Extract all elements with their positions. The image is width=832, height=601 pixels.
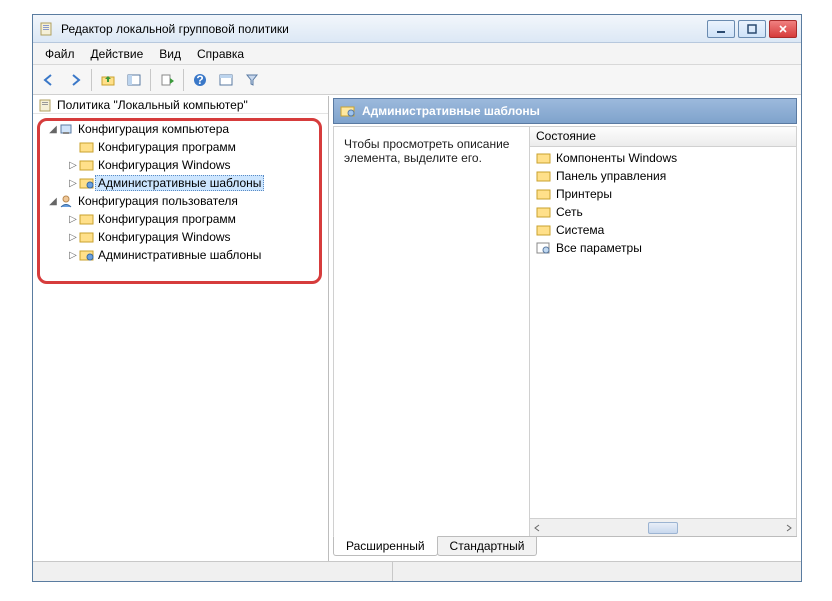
forward-button[interactable]: [63, 68, 87, 92]
tree[interactable]: ◢ Конфигурация компьютера Конфигурация п…: [33, 114, 328, 541]
tree-label: Административные шаблоны: [95, 175, 264, 191]
window-title: Редактор локальной групповой политики: [61, 22, 707, 36]
list-items: Компоненты Windows Панель управления При…: [530, 147, 796, 518]
app-icon: [39, 21, 55, 37]
tree-node-c-software[interactable]: Конфигурация программ: [39, 138, 324, 156]
close-button[interactable]: [769, 20, 797, 38]
list-item[interactable]: Система: [536, 221, 790, 239]
description-panel: Чтобы просмотреть описание элемента, выд…: [334, 127, 530, 536]
tree-node-c-admin-templates[interactable]: ▷ Административные шаблоны: [39, 174, 324, 192]
details-header: Административные шаблоны: [333, 98, 797, 124]
statusbar: [33, 561, 801, 581]
tree-label: Административные шаблоны: [95, 247, 264, 263]
menu-action[interactable]: Действие: [83, 45, 152, 63]
window-buttons: [707, 20, 797, 38]
tree-label: Конфигурация программ: [95, 211, 239, 227]
list-item[interactable]: Компоненты Windows: [536, 149, 790, 167]
separator: [183, 69, 184, 91]
tree-label: Конфигурация Windows: [95, 157, 234, 173]
export-button[interactable]: [155, 68, 179, 92]
help-button[interactable]: ?: [188, 68, 212, 92]
tree-label: Конфигурация компьютера: [75, 121, 232, 137]
tree-label: Конфигурация пользователя: [75, 193, 241, 209]
tree-root-label: Политика "Локальный компьютер": [57, 98, 248, 112]
toolbar: ?: [33, 65, 801, 95]
properties-button[interactable]: [214, 68, 238, 92]
menu-file[interactable]: Файл: [37, 45, 83, 63]
gpedit-window: Редактор локальной групповой политики Фа…: [32, 14, 802, 582]
menu-help[interactable]: Справка: [189, 45, 252, 63]
item-label: Принтеры: [556, 187, 612, 201]
details-pane: Административные шаблоны Чтобы просмотре…: [329, 96, 801, 561]
titlebar: Редактор локальной групповой политики: [33, 15, 801, 43]
list-item[interactable]: Все параметры: [536, 239, 790, 257]
status-cell: [393, 562, 801, 581]
up-folder-button[interactable]: [96, 68, 120, 92]
tree-label: Конфигурация Windows: [95, 229, 234, 245]
item-label: Панель управления: [556, 169, 666, 183]
details-header-title: Административные шаблоны: [362, 104, 540, 118]
menubar: Файл Действие Вид Справка: [33, 43, 801, 65]
horizontal-scrollbar[interactable]: [530, 518, 796, 536]
item-label: Все параметры: [556, 241, 642, 255]
tree-node-u-windows[interactable]: ▷ Конфигурация Windows: [39, 228, 324, 246]
list-item[interactable]: Панель управления: [536, 167, 790, 185]
settings-list: Состояние Компоненты Windows Панель упра…: [530, 127, 796, 536]
tree-root-header[interactable]: Политика "Локальный компьютер": [33, 96, 328, 114]
collapse-icon[interactable]: ◢: [47, 124, 59, 135]
minimize-button[interactable]: [707, 20, 735, 38]
expand-icon[interactable]: ▷: [67, 214, 79, 225]
tree-label: Конфигурация программ: [95, 139, 239, 155]
body: Политика "Локальный компьютер" ◢ Конфигу…: [33, 95, 801, 561]
tree-node-u-software[interactable]: ▷ Конфигурация программ: [39, 210, 324, 228]
scroll-thumb[interactable]: [648, 522, 678, 534]
tree-pane: Политика "Локальный компьютер" ◢ Конфигу…: [33, 96, 329, 561]
separator: [150, 69, 151, 91]
expand-icon[interactable]: ▷: [67, 232, 79, 243]
details-content: Чтобы просмотреть описание элемента, выд…: [333, 126, 797, 536]
tab-standard[interactable]: Стандартный: [437, 537, 538, 556]
show-hide-tree-button[interactable]: [122, 68, 146, 92]
tab-extended[interactable]: Расширенный: [333, 536, 438, 556]
expand-icon[interactable]: ▷: [67, 178, 79, 189]
status-cell: [33, 562, 393, 581]
column-header-state[interactable]: Состояние: [530, 127, 796, 147]
expand-icon[interactable]: ▷: [67, 160, 79, 171]
view-tabs: Расширенный Стандартный: [333, 536, 797, 557]
svg-text:?: ?: [196, 73, 203, 87]
menu-view[interactable]: Вид: [151, 45, 189, 63]
item-label: Система: [556, 223, 604, 237]
collapse-icon[interactable]: ◢: [47, 196, 59, 207]
item-label: Компоненты Windows: [556, 151, 677, 165]
list-item[interactable]: Сеть: [536, 203, 790, 221]
separator: [91, 69, 92, 91]
tree-node-c-windows[interactable]: ▷ Конфигурация Windows: [39, 156, 324, 174]
maximize-button[interactable]: [738, 20, 766, 38]
item-label: Сеть: [556, 205, 583, 219]
expand-icon[interactable]: ▷: [67, 250, 79, 261]
back-button[interactable]: [37, 68, 61, 92]
filter-button[interactable]: [240, 68, 264, 92]
tree-node-u-admin-templates[interactable]: ▷ Административные шаблоны: [39, 246, 324, 264]
list-item[interactable]: Принтеры: [536, 185, 790, 203]
tree-node-computer-config[interactable]: ◢ Конфигурация компьютера: [39, 120, 324, 138]
tree-node-user-config[interactable]: ◢ Конфигурация пользователя: [39, 192, 324, 210]
